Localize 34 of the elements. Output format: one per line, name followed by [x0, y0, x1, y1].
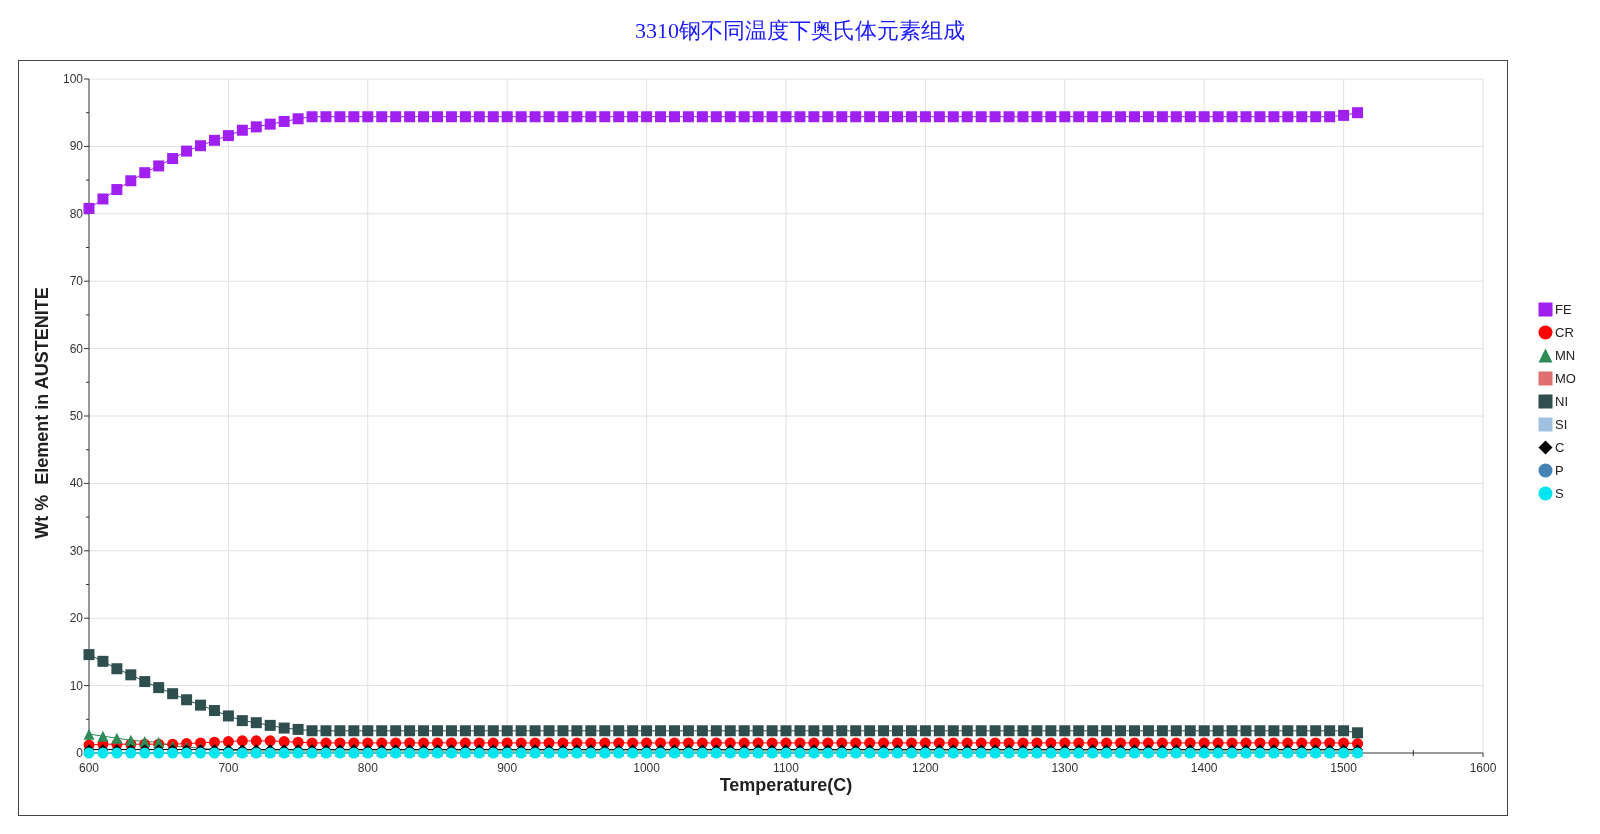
- tick-label: 100: [62, 72, 83, 86]
- tick-label: 30: [69, 543, 83, 558]
- tick-label: 1600: [1469, 761, 1497, 775]
- chart-title: 3310钢不同温度下奥氏体元素组成: [635, 17, 965, 45]
- tick-label: 900: [497, 761, 518, 775]
- legend-label: MN: [1555, 347, 1576, 363]
- tick-label: 80: [69, 206, 83, 221]
- tick-label: 700: [218, 761, 239, 775]
- tick-label: 1100: [773, 761, 799, 775]
- y-axis-title: Wt % Element in AUSTENITE: [32, 287, 52, 539]
- tick-label: 90: [69, 139, 83, 154]
- tick-label: 1000: [633, 761, 660, 775]
- legend-label: SI: [1555, 416, 1568, 432]
- legend-label: MO: [1555, 370, 1576, 386]
- legend-label: C: [1555, 439, 1565, 455]
- x-axis-title: Temperature(C): [719, 775, 853, 795]
- tick-label: 1500: [1330, 761, 1357, 775]
- legend-label: S: [1555, 485, 1564, 501]
- tick-label: 60: [69, 341, 83, 356]
- tick-label: 1200: [912, 761, 939, 775]
- legend-label: CR: [1555, 324, 1574, 340]
- tick-label: 40: [69, 476, 83, 491]
- tick-label: 600: [79, 761, 99, 775]
- legend-label: FE: [1555, 301, 1572, 317]
- tick-label: 10: [69, 678, 83, 693]
- tick-label: 1300: [1051, 761, 1079, 775]
- legend-label: NI: [1555, 393, 1568, 409]
- tick-label: 800: [357, 761, 378, 775]
- tick-label: 20: [69, 611, 83, 626]
- tick-label: 70: [69, 274, 83, 289]
- legend-label: P: [1555, 462, 1564, 478]
- tick-label: 50: [69, 409, 83, 423]
- tick-label: 1400: [1190, 761, 1218, 775]
- tick-label: 0: [76, 746, 83, 760]
